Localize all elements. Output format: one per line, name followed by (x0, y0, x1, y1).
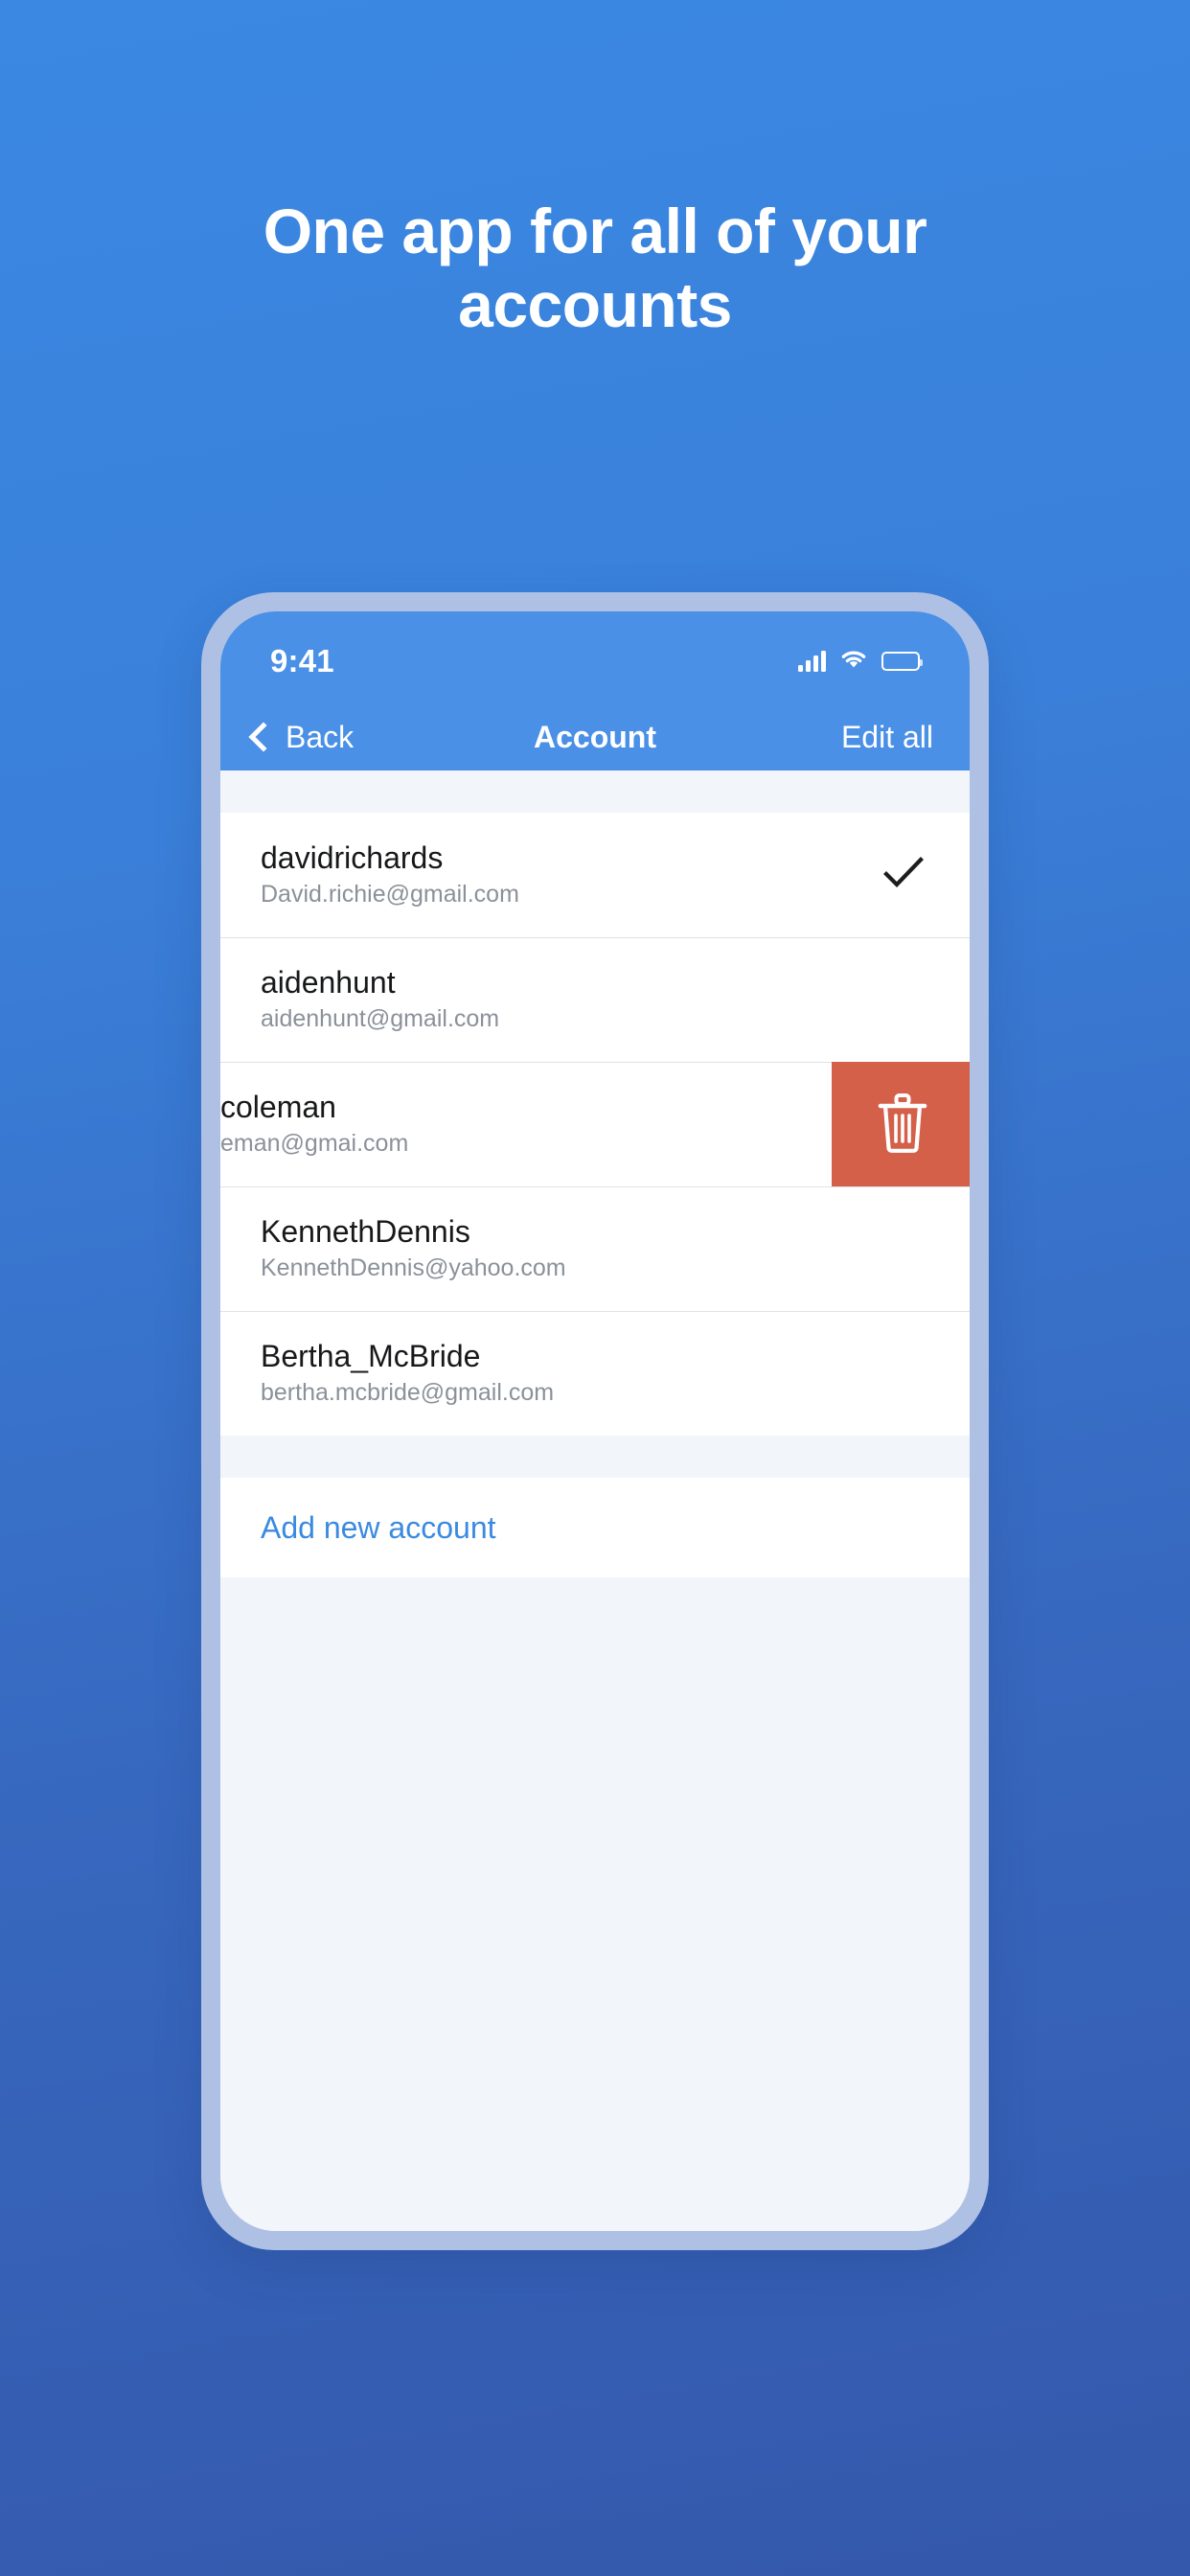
list-section-spacer (220, 1436, 970, 1478)
account-list: davidrichards David.richie@gmail.com aid… (220, 813, 970, 1436)
account-row-texts: aidenhunt aidenhunt@gmail.com (261, 965, 500, 1033)
account-row-content[interactable]: KennethDennis KennethDennis@yahoo.com (220, 1186, 970, 1311)
account-row-texts: davidrichards David.richie@gmail.com (261, 840, 519, 908)
table-row[interactable]: KennethDennis KennethDennis@yahoo.com (220, 1186, 970, 1311)
delete-account-button[interactable] (832, 1062, 970, 1186)
checkmark-icon (883, 856, 924, 894)
account-email: aidenhunt@gmail.com (261, 1005, 500, 1033)
account-list-content: davidrichards David.richie@gmail.com aid… (220, 770, 970, 2231)
add-new-account-label: Add new account (261, 1509, 496, 1545)
account-email: KennethDennis@yahoo.com (261, 1254, 566, 1282)
phone-screen: 9:41 Back Account Edit all davidrichards… (220, 611, 970, 2231)
account-row-content[interactable]: coleman eman@gmai.com (220, 1062, 832, 1186)
account-email: bertha.mcbride@gmail.com (261, 1379, 555, 1407)
wifi-icon (839, 649, 868, 675)
chevron-left-icon (248, 721, 279, 752)
account-name: davidrichards (261, 840, 444, 876)
account-email: David.richie@gmail.com (261, 881, 519, 908)
list-top-spacer (220, 770, 970, 813)
trash-icon (873, 1090, 932, 1160)
account-name: Bertha_McBride (261, 1339, 481, 1374)
page-title: One app for all of your accounts (263, 196, 927, 341)
add-new-account-button[interactable]: Add new account (220, 1478, 970, 1577)
table-row[interactable]: Bertha_McBride bertha.mcbride@gmail.com (220, 1311, 970, 1436)
status-bar: 9:41 (220, 611, 970, 703)
account-row-texts: Bertha_McBride bertha.mcbride@gmail.com (261, 1339, 555, 1407)
account-row-texts: coleman eman@gmai.com (220, 1090, 409, 1158)
battery-full-icon (881, 652, 923, 671)
account-row-content[interactable]: Bertha_McBride bertha.mcbride@gmail.com (220, 1311, 970, 1436)
status-bar-time: 9:41 (270, 643, 334, 678)
account-email: eman@gmai.com (220, 1130, 409, 1158)
cellular-signal-icon (798, 651, 826, 672)
navigation-bar: Back Account Edit all (220, 703, 970, 770)
back-button[interactable]: Back (248, 719, 355, 755)
account-name: coleman (220, 1090, 336, 1125)
edit-all-button[interactable]: Edit all (841, 720, 933, 755)
table-row[interactable]: aidenhunt aidenhunt@gmail.com (220, 937, 970, 1062)
account-row-texts: KennethDennis KennethDennis@yahoo.com (261, 1214, 566, 1282)
status-bar-icons (798, 649, 923, 675)
account-row-content[interactable]: davidrichards David.richie@gmail.com (220, 813, 970, 937)
account-name: aidenhunt (261, 965, 396, 1000)
phone-mockup-frame: 9:41 Back Account Edit all davidrichards… (201, 592, 989, 2250)
back-button-label: Back (286, 719, 355, 754)
table-row-swiped[interactable]: coleman eman@gmai.com (220, 1062, 970, 1186)
table-row[interactable]: davidrichards David.richie@gmail.com (220, 813, 970, 937)
account-name: KennethDennis (261, 1214, 470, 1250)
account-row-content[interactable]: aidenhunt aidenhunt@gmail.com (220, 937, 970, 1062)
